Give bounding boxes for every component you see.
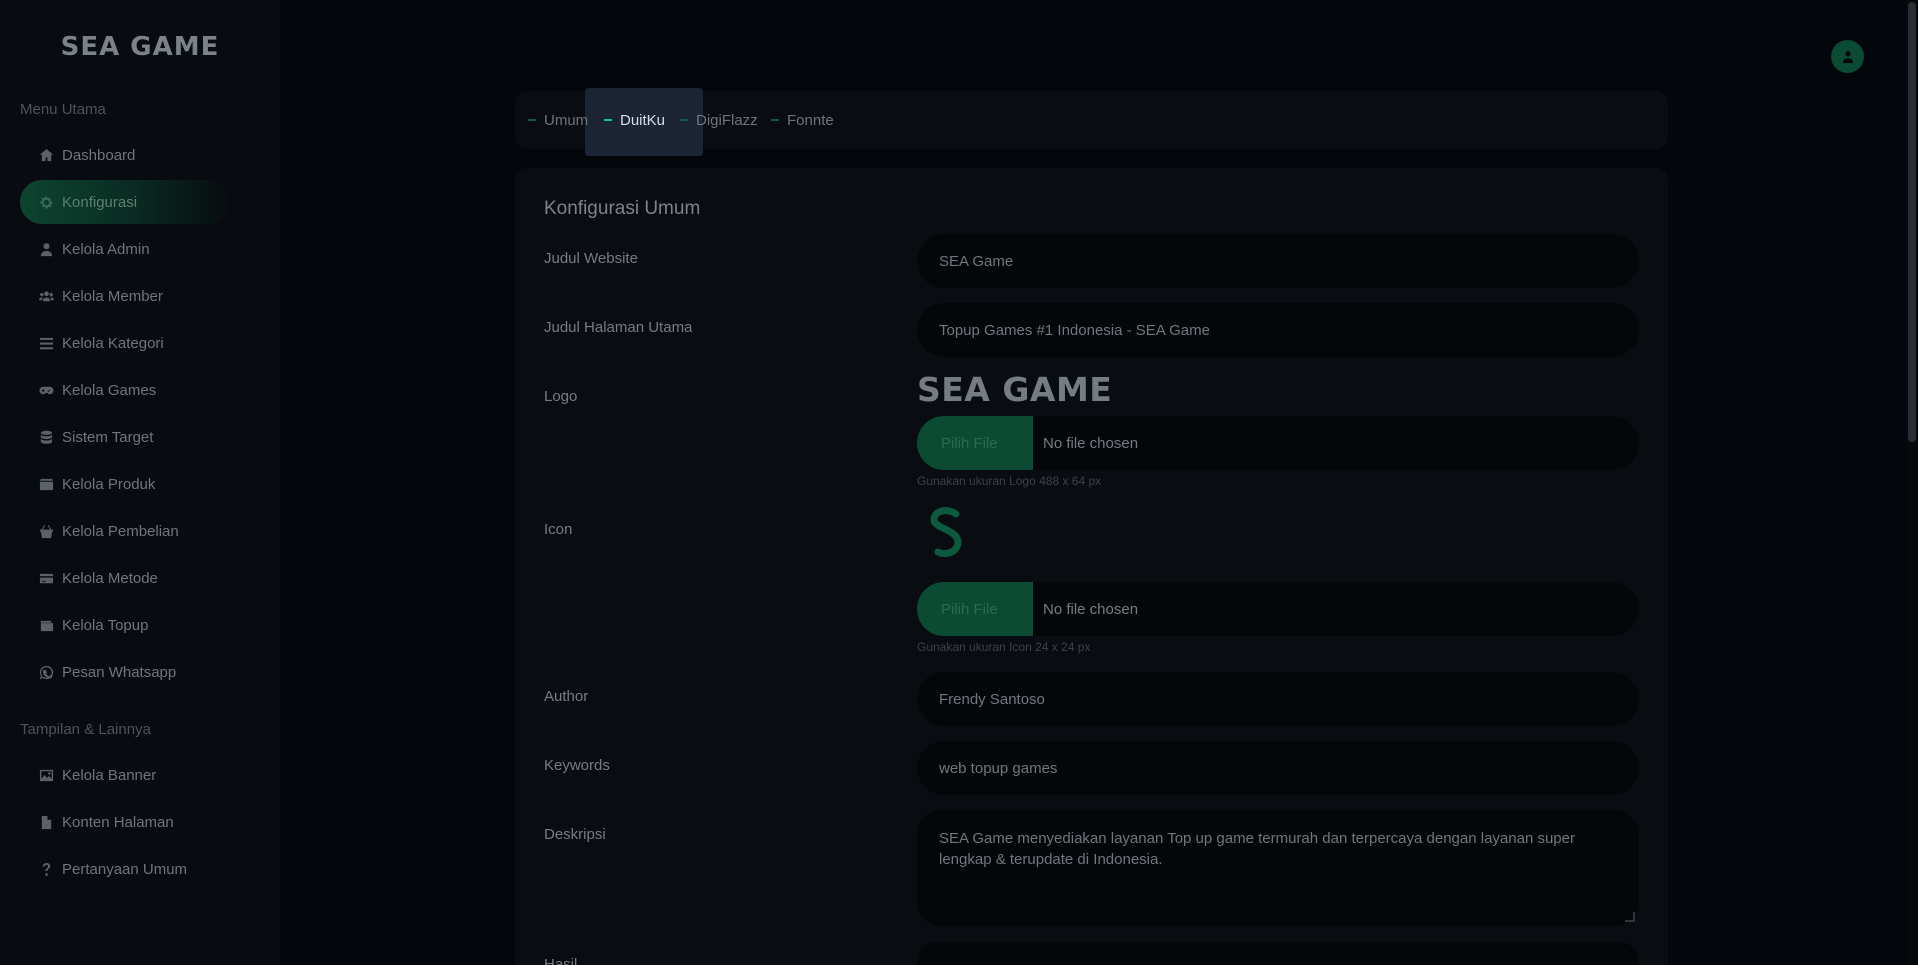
sidebar-item-label: Kelola Metode bbox=[62, 569, 158, 587]
sidebar-item-label: Kelola Produk bbox=[62, 475, 156, 493]
sidebar-item-label: Kelola Banner bbox=[62, 766, 157, 784]
label-next-field: Hasil bbox=[544, 956, 578, 965]
sidebar-item-sistem-target[interactable]: Sistem Target bbox=[20, 415, 230, 459]
page-scrollbar[interactable] bbox=[1906, 0, 1918, 965]
gear-icon bbox=[38, 194, 54, 210]
tab-duitku[interactable]: DuitKu bbox=[604, 91, 665, 149]
list-icon bbox=[38, 335, 54, 351]
sidebar-item-label: Dashboard bbox=[62, 146, 136, 164]
label-logo: Logo bbox=[544, 388, 578, 405]
deskripsi-textarea[interactable]: SEA Game menyediakan layanan Top up game… bbox=[917, 810, 1639, 926]
label-judul-halaman: Judul Halaman Utama bbox=[544, 319, 693, 336]
tab-dash-icon bbox=[604, 119, 612, 121]
next-field-input[interactable] bbox=[917, 942, 1639, 965]
sidebar-item-dashboard[interactable]: Dashboard bbox=[20, 133, 230, 177]
sidebar: SEA GAME Menu Utama Dashboard Konfiguras… bbox=[0, 0, 280, 965]
sidebar-item-kelola-member[interactable]: Kelola Member bbox=[20, 274, 230, 318]
sidebar-item-label: Kelola Games bbox=[62, 381, 157, 399]
sidebar-item-pertanyaan-umum[interactable]: Pertanyaan Umum bbox=[20, 847, 230, 891]
label-deskripsi: Deskripsi bbox=[544, 826, 606, 843]
tab-label: DigiFlazz bbox=[696, 111, 758, 129]
label-keywords: Keywords bbox=[544, 757, 610, 774]
question-icon bbox=[38, 861, 54, 877]
resize-handle-icon[interactable] bbox=[1625, 912, 1635, 922]
home-icon bbox=[38, 147, 54, 163]
sidebar-item-kelola-kategori[interactable]: Kelola Kategori bbox=[20, 321, 230, 365]
gamepad-icon bbox=[38, 382, 54, 398]
tab-label: Fonnte bbox=[787, 111, 834, 129]
sidebar-item-label: Konten Halaman bbox=[62, 813, 174, 831]
judul-website-input[interactable]: SEA Game bbox=[917, 234, 1639, 288]
database-icon bbox=[38, 429, 54, 445]
sidebar-item-konfigurasi[interactable]: Konfigurasi bbox=[20, 180, 230, 224]
label-icon: Icon bbox=[544, 521, 573, 538]
sidebar-item-kelola-metode[interactable]: Kelola Metode bbox=[20, 556, 230, 600]
sidebar-item-kelola-games[interactable]: Kelola Games bbox=[20, 368, 230, 412]
section-title-other: Tampilan & Lainnya bbox=[20, 721, 151, 738]
keywords-input[interactable]: web topup games bbox=[917, 741, 1639, 795]
sidebar-item-label: Kelola Admin bbox=[62, 240, 150, 258]
sidebar-item-label: Pesan Whatsapp bbox=[62, 663, 177, 681]
icon-choose-file-button[interactable]: Pilih File bbox=[917, 582, 1033, 636]
sidebar-item-kelola-produk[interactable]: Kelola Produk bbox=[20, 462, 230, 506]
logo-file-status: No file chosen bbox=[1043, 434, 1139, 452]
tab-digiflazz[interactable]: DigiFlazz bbox=[680, 91, 758, 149]
sidebar-item-label: Kelola Kategori bbox=[62, 334, 164, 352]
sidebar-item-label: Kelola Member bbox=[62, 287, 163, 305]
logo-file-input[interactable]: Pilih File No file chosen bbox=[917, 416, 1639, 470]
sidebar-item-label: Konfigurasi bbox=[62, 193, 138, 211]
scrollbar-thumb[interactable] bbox=[1908, 2, 1916, 442]
label-author: Author bbox=[544, 688, 589, 705]
wallet-icon bbox=[38, 617, 54, 633]
deskripsi-text: SEA Game menyediakan layanan Top up game… bbox=[939, 830, 1575, 868]
icon-file-input[interactable]: Pilih File No file chosen bbox=[917, 582, 1639, 636]
user-avatar[interactable] bbox=[1831, 40, 1864, 73]
logo-choose-file-button[interactable]: Pilih File bbox=[917, 416, 1033, 470]
sidebar-item-kelola-pembelian[interactable]: Kelola Pembelian bbox=[20, 509, 230, 553]
page-title: Konfigurasi Umum bbox=[544, 198, 701, 219]
sidebar-item-konten-halaman[interactable]: Konten Halaman bbox=[20, 800, 230, 844]
tab-fonnte[interactable]: Fonnte bbox=[771, 91, 834, 149]
file-icon bbox=[38, 814, 54, 830]
tab-dash-icon bbox=[680, 119, 688, 121]
judul-halaman-input[interactable]: Topup Games #1 Indonesia - SEA Game bbox=[917, 303, 1639, 357]
tab-dash-icon bbox=[771, 119, 779, 121]
sidebar-item-kelola-admin[interactable]: Kelola Admin bbox=[20, 227, 230, 271]
box-icon bbox=[38, 476, 54, 492]
icon-size-hint: Gunakan ukuran Icon 24 x 24 px bbox=[917, 640, 1091, 654]
sidebar-item-label: Sistem Target bbox=[62, 428, 154, 446]
sidebar-item-kelola-topup[interactable]: Kelola Topup bbox=[20, 603, 230, 647]
label-judul-website: Judul Website bbox=[544, 250, 638, 267]
basket-icon bbox=[38, 523, 54, 539]
tab-dash-icon bbox=[528, 119, 536, 121]
section-title-main: Menu Utama bbox=[20, 101, 106, 118]
logo-size-hint: Gunakan ukuran Logo 488 x 64 px bbox=[917, 474, 1102, 488]
sidebar-item-label: Kelola Pembelian bbox=[62, 522, 179, 540]
user-icon bbox=[38, 241, 54, 257]
sidebar-item-label: Pertanyaan Umum bbox=[62, 860, 188, 878]
tab-label: Umum bbox=[544, 111, 589, 129]
icon-preview bbox=[930, 507, 962, 558]
tab-label: DuitKu bbox=[620, 111, 666, 129]
icon-file-status: No file chosen bbox=[1043, 600, 1139, 618]
whatsapp-icon bbox=[38, 664, 54, 680]
image-icon bbox=[38, 767, 54, 783]
brand-logo[interactable]: SEA GAME bbox=[0, 32, 280, 62]
sidebar-item-pesan-whatsapp[interactable]: Pesan Whatsapp bbox=[20, 650, 230, 694]
credit-card-icon bbox=[38, 570, 54, 586]
tab-umum[interactable]: Umum bbox=[528, 91, 588, 149]
author-input[interactable]: Frendy Santoso bbox=[917, 672, 1639, 726]
logo-preview: SEA GAME bbox=[917, 370, 1113, 409]
sidebar-item-kelola-banner[interactable]: Kelola Banner bbox=[20, 753, 230, 797]
sidebar-item-label: Kelola Topup bbox=[62, 616, 149, 634]
users-icon bbox=[38, 288, 54, 304]
user-icon bbox=[1842, 50, 1853, 63]
